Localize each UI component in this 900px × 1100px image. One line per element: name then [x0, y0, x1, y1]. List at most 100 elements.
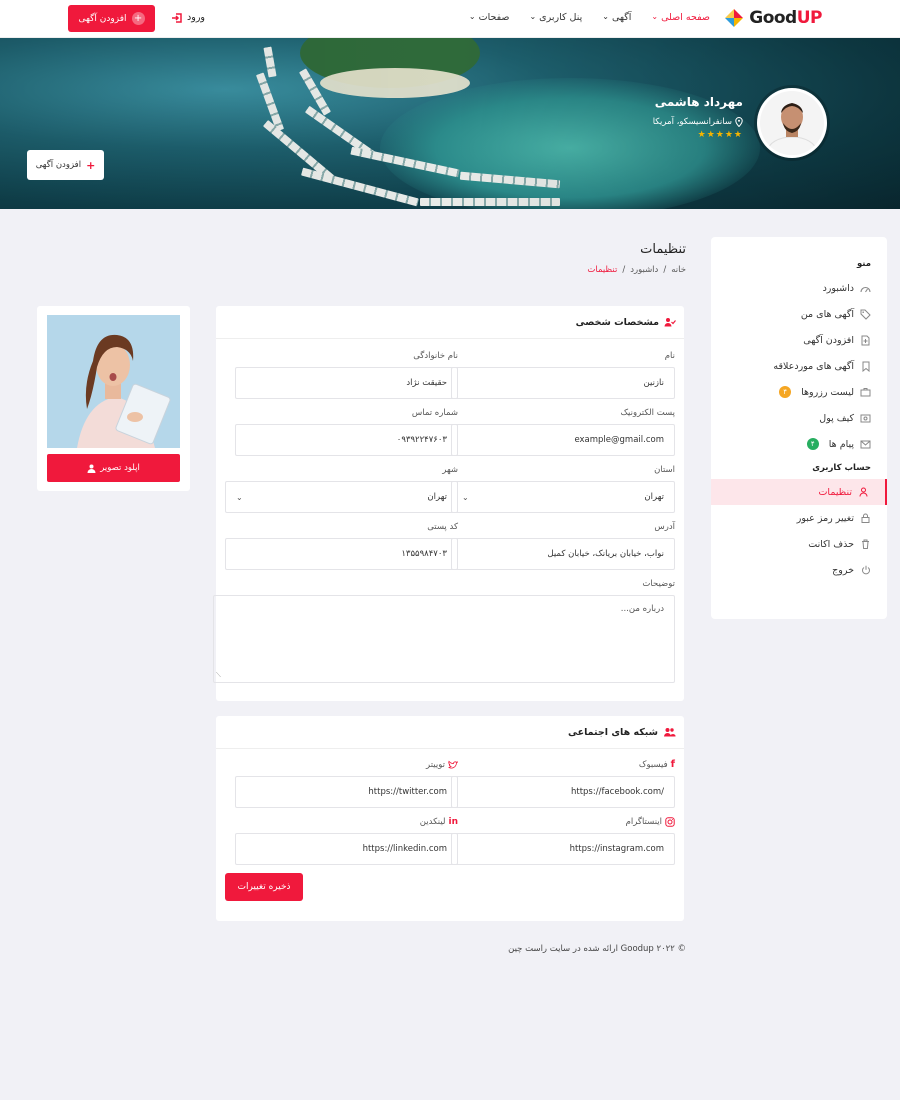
nav-item-pages[interactable]: صفحات ⌄ — [469, 12, 510, 23]
breadcrumb-home[interactable]: خانه — [671, 265, 686, 275]
plus-icon: + — [131, 12, 145, 25]
twitter-field: توییتر https://twitter.com — [235, 759, 458, 808]
sidebar-item-messages[interactable]: پیام ها ۴ — [711, 431, 887, 457]
first-name-field: نام نازنین — [451, 350, 675, 399]
description-textarea[interactable]: درباره من... ⟋ — [213, 595, 675, 683]
users-icon — [663, 727, 676, 737]
top-navbar: GoodUP صفحه اصلی ⌄ آگهی ⌄ پنل کاربری ⌄ صفحا… — [0, 0, 900, 38]
avatar-upload-card: اپلود تصویر — [37, 306, 190, 491]
resize-handle-icon[interactable]: ⟋ — [216, 671, 221, 680]
sidebar-item-logout[interactable]: خروج — [711, 557, 887, 583]
breadcrumb-dashboard[interactable]: داشبورد — [630, 265, 658, 275]
sidebar-item-favorites[interactable]: آگهی های موردعلاقه — [711, 353, 887, 379]
first-name-input[interactable]: نازنین — [451, 367, 675, 399]
main-nav: صفحه اصلی ⌄ آگهی ⌄ پنل کاربری ⌄ صفحات ⌄ — [469, 12, 710, 23]
logo[interactable]: GoodUP — [723, 7, 823, 29]
add-ad-label: افزودن آگهی — [78, 13, 127, 24]
sidebar-item-bookings[interactable]: لیست رزروها ۴ — [711, 379, 887, 405]
instagram-icon — [665, 816, 675, 827]
add-ad-button[interactable]: + افزودن آگهی — [68, 5, 155, 32]
account-heading: حساب کاربری — [812, 463, 871, 473]
sidebar-item-delete-account[interactable]: حذف اکانت — [711, 531, 887, 557]
briefcase-icon — [860, 387, 871, 397]
chevron-down-icon: ⌄ — [602, 12, 609, 21]
logo-mark-icon — [723, 7, 745, 29]
social-networks-card: شبکه های اجتماعی f فیسبوک https://faceboo… — [216, 716, 684, 921]
city-select[interactable]: تهران ⌄ — [225, 481, 458, 513]
city-field: شهر تهران ⌄ — [225, 464, 458, 513]
province-field: استان تهران ⌄ — [451, 464, 675, 513]
user-check-icon — [664, 317, 676, 327]
linkedin-icon: in — [448, 816, 459, 827]
last-name-input[interactable]: حقیقت نژاد — [235, 367, 458, 399]
user-icon — [858, 487, 869, 497]
chevron-down-icon: ⌄ — [236, 492, 243, 502]
login-link[interactable]: ورود — [172, 12, 205, 23]
breadcrumb-current: تنظیمات — [587, 265, 618, 275]
file-plus-icon — [860, 335, 871, 346]
profile-banner: مهرداد هاشمی سانفرانسیسکو، آمریکا ★★★★★ … — [0, 38, 900, 209]
profile-location: سانفرانسیسکو، آمریکا — [653, 117, 743, 127]
footer-copyright: © ۲۰۲۲ Goodup ارائه شده در سایت راست چین — [508, 944, 686, 954]
social-networks-header: شبکه های اجتماعی — [216, 716, 684, 749]
nav-item-ads[interactable]: آگهی ⌄ — [602, 12, 631, 23]
description-field: توضیحات درباره من... ⟋ — [213, 578, 675, 683]
hero-add-ad-button[interactable]: + افزودن آگهی — [27, 150, 104, 180]
postal-code-input[interactable]: ۱۳۵۵۹۸۴۷۰۳ — [225, 538, 458, 570]
twitter-icon — [448, 760, 458, 769]
sidebar-item-dashboard[interactable]: داشبورد — [711, 275, 887, 301]
user-upload-icon — [87, 464, 96, 473]
chevron-down-icon: ⌄ — [462, 492, 469, 502]
save-changes-button[interactable]: ذخیره تغییرات — [225, 873, 303, 901]
last-name-field: نام خانوادگی حقیقت نژاد — [235, 350, 458, 399]
rating-stars: ★★★★★ — [697, 130, 743, 140]
email-field: پست الکترونیک example@gmail.com — [451, 407, 675, 456]
upload-photo-button[interactable]: اپلود تصویر — [47, 454, 180, 482]
mail-icon — [860, 440, 871, 449]
linkedin-field: in لینکدین https://linkedin.com — [235, 816, 458, 865]
messages-count-badge: ۴ — [806, 438, 819, 450]
address-input[interactable]: نواب، خیابان بریانک، خیابان کمیل — [451, 538, 675, 570]
bookings-count-badge: ۴ — [779, 386, 792, 398]
instagram-field: اینستاگرام https://instagram.com — [451, 816, 675, 865]
postal-code-field: کد پستی ۱۳۵۵۹۸۴۷۰۳ — [225, 521, 458, 570]
nav-item-user-panel[interactable]: پنل کاربری ⌄ — [529, 12, 582, 23]
power-icon — [860, 565, 871, 575]
twitter-input[interactable]: https://twitter.com — [235, 776, 458, 808]
plus-icon: + — [86, 158, 96, 172]
menu-heading: منو — [856, 259, 871, 269]
sidebar-item-change-password[interactable]: تغییر رمز عبور — [711, 505, 887, 531]
province-select[interactable]: تهران ⌄ — [451, 481, 675, 513]
email-input[interactable]: example@gmail.com — [451, 424, 675, 456]
trash-icon — [860, 539, 871, 549]
sidebar-item-add-ad[interactable]: افزودن آگهی — [711, 327, 887, 353]
phone-field: شماره تماس ۰۹۳۹۲۲۴۷۶۰۳ — [235, 407, 458, 456]
sign-in-icon — [172, 12, 183, 23]
logo-text: GoodUP — [749, 8, 822, 28]
phone-input[interactable]: ۰۹۳۹۲۲۴۷۶۰۳ — [235, 424, 458, 456]
sidebar-item-wallet[interactable]: کیف پول — [711, 405, 887, 431]
user-photo — [47, 315, 180, 448]
facebook-input[interactable]: https://facebook.com/ — [451, 776, 675, 808]
linkedin-input[interactable]: https://linkedin.com — [235, 833, 458, 865]
bookmark-icon — [860, 361, 871, 372]
avatar[interactable] — [757, 88, 827, 158]
facebook-field: f فیسبوک https://facebook.com/ — [451, 759, 675, 808]
lock-icon — [860, 513, 871, 523]
address-field: آدرس نواب، خیابان بریانک، خیابان کمیل — [451, 521, 675, 570]
profile-name: مهرداد هاشمی — [654, 95, 743, 109]
chevron-down-icon: ⌄ — [651, 12, 659, 21]
personal-info-card: مشخصات شخصی نام نازنین نام خانوادگی حقیق… — [213, 306, 684, 701]
sidebar-item-settings[interactable]: تنظیمات — [711, 479, 887, 505]
nav-item-home[interactable]: صفحه اصلی ⌄ — [651, 12, 710, 23]
facebook-icon: f — [670, 759, 675, 770]
map-pin-icon — [735, 117, 743, 127]
page-title: تنظیمات — [640, 242, 686, 257]
wallet-icon — [860, 414, 871, 423]
login-label: ورود — [187, 12, 205, 23]
dashboard-sidebar: منو داشبورد آگهی های من افزودن آگهی آگهی… — [711, 237, 887, 619]
gauge-icon — [860, 284, 871, 293]
chevron-down-icon: ⌄ — [468, 12, 476, 21]
instagram-input[interactable]: https://instagram.com — [451, 833, 675, 865]
sidebar-item-my-ads[interactable]: آگهی های من — [711, 301, 887, 327]
